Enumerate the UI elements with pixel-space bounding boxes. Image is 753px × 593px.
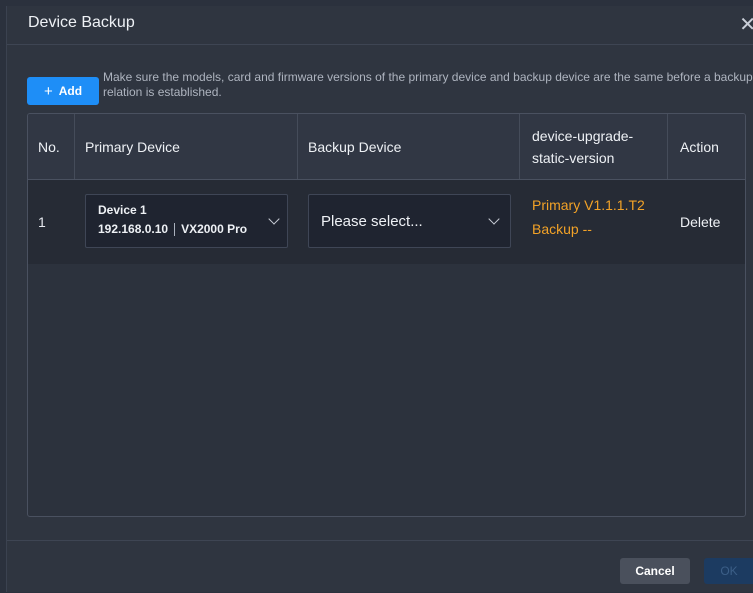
column-header-primary-device: Primary Device — [75, 114, 298, 179]
backup-device-select[interactable]: Please select... — [308, 194, 511, 248]
cancel-button[interactable]: Cancel — [620, 558, 690, 584]
plus-icon: + — [43, 82, 53, 100]
dialog-footer: Cancel OK — [7, 540, 753, 593]
add-button[interactable]: + Add — [27, 77, 99, 105]
row-number: 1 — [38, 214, 46, 230]
version-primary: Primary V1.1.1.T2 — [532, 197, 645, 213]
backup-device-placeholder: Please select... — [321, 213, 423, 230]
column-header-backup-device: Backup Device — [298, 114, 520, 179]
primary-device-name: Device 1 — [98, 203, 147, 217]
version-backup: Backup -- — [532, 221, 592, 237]
delete-button[interactable]: Delete — [680, 180, 720, 264]
separator — [174, 223, 176, 237]
dialog-header: Device Backup ✕ — [7, 6, 753, 45]
device-backup-dialog: Device Backup ✕ + Add Make sure the mode… — [6, 6, 753, 592]
chevron-down-icon — [268, 213, 280, 225]
close-icon[interactable]: ✕ — [739, 12, 753, 37]
backup-table: No. Primary Device Backup Device device-… — [27, 113, 746, 517]
primary-device-model: VX2000 Pro — [181, 222, 248, 236]
primary-device-select[interactable]: Device 1 192.168.0.10 VX2000 Pro — [85, 194, 288, 248]
table-row: 1 Device 1 192.168.0.10 VX2000 Pro Please… — [28, 180, 745, 264]
column-header-action: Action — [680, 138, 719, 155]
primary-device-details: 192.168.0.10 VX2000 Pro — [98, 222, 248, 237]
ok-button[interactable]: OK — [704, 558, 753, 584]
primary-device-ip: 192.168.0.10 — [98, 222, 169, 236]
table-header: No. Primary Device Backup Device device-… — [28, 114, 745, 180]
chevron-down-icon — [488, 213, 500, 225]
column-header-no: No. — [28, 114, 75, 179]
dialog-title: Device Backup — [28, 14, 135, 31]
version-info: Primary V1.1.1.T2 Backup -- — [532, 193, 645, 241]
add-button-label: Add — [58, 84, 83, 98]
backup-notice: Make sure the models, card and firmware … — [103, 70, 753, 99]
column-header-version: device-upgrade-static-version — [520, 114, 668, 179]
